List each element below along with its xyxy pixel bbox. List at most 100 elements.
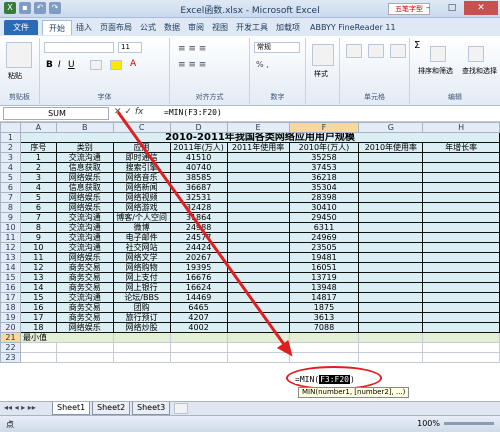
row-header[interactable]: 5 <box>0 172 21 183</box>
table-cell[interactable] <box>226 222 290 233</box>
table-cell[interactable] <box>226 272 290 283</box>
find-select-icon[interactable] <box>468 46 484 62</box>
table-cell[interactable] <box>358 202 424 213</box>
table-cell[interactable]: 微博 <box>112 222 171 233</box>
table-cell[interactable] <box>358 352 424 363</box>
bold-icon[interactable]: B <box>46 60 53 70</box>
table-cell[interactable] <box>422 282 500 293</box>
percent-icon[interactable]: % , <box>256 60 269 69</box>
table-cell[interactable] <box>358 252 424 263</box>
table-cell[interactable] <box>226 352 290 363</box>
tab-data[interactable]: 数据 <box>164 20 180 35</box>
column-header-f[interactable]: F <box>288 122 360 133</box>
table-cell[interactable]: 14469 <box>169 292 228 303</box>
row-header[interactable]: 9 <box>0 212 21 223</box>
tab-formulas[interactable]: 公式 <box>140 20 156 35</box>
sheet-table[interactable]: A B C D E F G H 1 2010-2011年我国各类网络应用用户规模 2 序号 类别 应用 20… <box>0 122 500 363</box>
table-cell[interactable]: 3 <box>19 172 57 183</box>
table-header-cell[interactable]: 2010年(万人) <box>288 142 360 153</box>
table-cell[interactable] <box>422 202 500 213</box>
table-cell[interactable] <box>226 312 290 323</box>
table-cell[interactable] <box>226 202 290 213</box>
table-cell[interactable]: 网络娱乐 <box>55 172 114 183</box>
row-header[interactable]: 22 <box>0 342 21 353</box>
table-cell[interactable] <box>422 352 500 363</box>
table-cell[interactable] <box>422 272 500 283</box>
border-icon[interactable] <box>90 60 102 70</box>
table-cell[interactable]: 10 <box>19 242 57 253</box>
table-header-cell[interactable]: 2011年使用率 <box>226 142 290 153</box>
table-cell[interactable] <box>422 242 500 253</box>
row-header[interactable]: 19 <box>0 312 21 323</box>
table-cell[interactable] <box>226 292 290 303</box>
tab-review[interactable]: 审阅 <box>188 20 204 35</box>
table-cell[interactable]: 电子邮件 <box>112 232 171 243</box>
table-cell[interactable]: 29450 <box>288 212 360 223</box>
table-cell[interactable] <box>422 162 500 173</box>
row-header[interactable]: 16 <box>0 282 21 293</box>
table-cell[interactable] <box>358 292 424 303</box>
table-cell[interactable]: 13948 <box>288 282 360 293</box>
table-header-cell[interactable]: 序号 <box>19 142 57 153</box>
table-cell[interactable]: 网上银行 <box>112 282 171 293</box>
table-cell[interactable]: 网络购物 <box>112 262 171 273</box>
table-cell[interactable]: 网络娱乐 <box>55 252 114 263</box>
table-cell[interactable]: 信息获取 <box>55 162 114 173</box>
table-cell[interactable] <box>422 302 500 313</box>
table-cell[interactable]: 16 <box>19 302 57 313</box>
table-cell[interactable]: 网络游戏 <box>112 202 171 213</box>
table-cell[interactable]: 12 <box>19 262 57 273</box>
table-cell[interactable]: 网络音乐 <box>112 172 171 183</box>
table-cell[interactable] <box>358 332 424 343</box>
table-cell[interactable]: 37453 <box>288 162 360 173</box>
table-header-cell[interactable]: 2010年使用率 <box>358 142 424 153</box>
table-cell[interactable] <box>226 192 290 203</box>
table-cell[interactable] <box>358 302 424 313</box>
table-cell[interactable]: 交流沟通 <box>55 242 114 253</box>
table-cell[interactable]: 网络文学 <box>112 252 171 263</box>
name-box[interactable]: SUM <box>3 107 109 120</box>
table-cell[interactable] <box>169 342 228 353</box>
insert-cells-icon[interactable] <box>346 44 362 58</box>
table-cell[interactable] <box>358 162 424 173</box>
italic-icon[interactable]: I <box>58 60 61 70</box>
table-cell[interactable] <box>226 182 290 193</box>
table-cell[interactable]: 38585 <box>169 172 228 183</box>
table-cell[interactable]: 6311 <box>288 222 360 233</box>
table-cell[interactable] <box>358 242 424 253</box>
table-cell[interactable]: 16624 <box>169 282 228 293</box>
min-label[interactable]: 最小值 <box>19 332 114 343</box>
table-cell[interactable]: 5 <box>19 192 57 203</box>
table-cell[interactable] <box>226 242 290 253</box>
table-cell[interactable] <box>358 312 424 323</box>
table-cell[interactable] <box>422 292 500 303</box>
column-header-g[interactable]: G <box>358 122 424 133</box>
table-cell[interactable]: 14 <box>19 282 57 293</box>
table-cell[interactable]: 6 <box>19 202 57 213</box>
table-cell[interactable]: 24577 <box>169 232 228 243</box>
table-cell[interactable]: 13719 <box>288 272 360 283</box>
table-cell[interactable] <box>226 322 290 333</box>
table-cell[interactable]: 7 <box>19 212 57 223</box>
table-cell[interactable]: 24988 <box>169 222 228 233</box>
row-header[interactable]: 12 <box>0 242 21 253</box>
table-cell[interactable]: 36687 <box>169 182 228 193</box>
table-cell[interactable]: 社交网站 <box>112 242 171 253</box>
table-cell[interactable]: 2 <box>19 162 57 173</box>
table-cell[interactable] <box>358 262 424 273</box>
table-cell[interactable]: 36218 <box>288 172 360 183</box>
table-cell[interactable]: 35258 <box>288 152 360 163</box>
table-cell[interactable] <box>358 152 424 163</box>
table-cell[interactable]: 35304 <box>288 182 360 193</box>
row-header[interactable]: 15 <box>0 272 21 283</box>
table-cell[interactable]: 4207 <box>169 312 228 323</box>
table-cell[interactable]: 即时通信 <box>112 152 171 163</box>
table-cell[interactable]: 团购 <box>112 302 171 313</box>
style-icon[interactable] <box>312 44 334 66</box>
editing-cell-formula[interactable]: =MIN(F3:F20) <box>295 375 355 384</box>
table-header-cell[interactable]: 类别 <box>55 142 114 153</box>
table-cell[interactable]: 31864 <box>169 212 228 223</box>
table-cell[interactable]: 6465 <box>169 302 228 313</box>
table-cell[interactable] <box>226 332 290 343</box>
table-cell[interactable]: 19395 <box>169 262 228 273</box>
